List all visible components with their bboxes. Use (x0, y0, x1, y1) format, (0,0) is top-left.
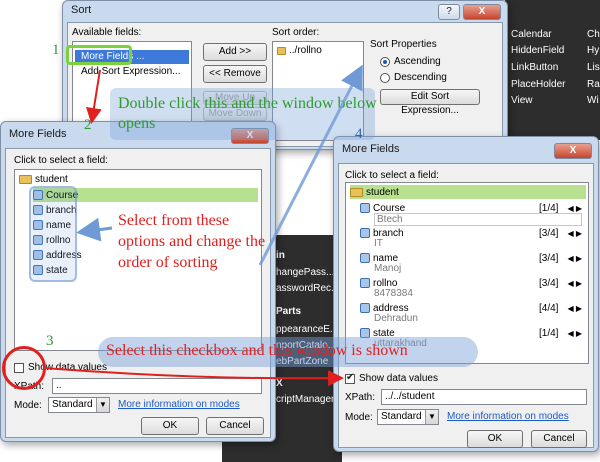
arrow-blue-fields (76, 217, 113, 242)
arrow-red-to-left-dialog (85, 69, 102, 124)
arrow-blue-to-right-dialog (258, 64, 363, 266)
annotation-arrows (43, 64, 363, 387)
arrow-red-checkbox (43, 367, 344, 387)
